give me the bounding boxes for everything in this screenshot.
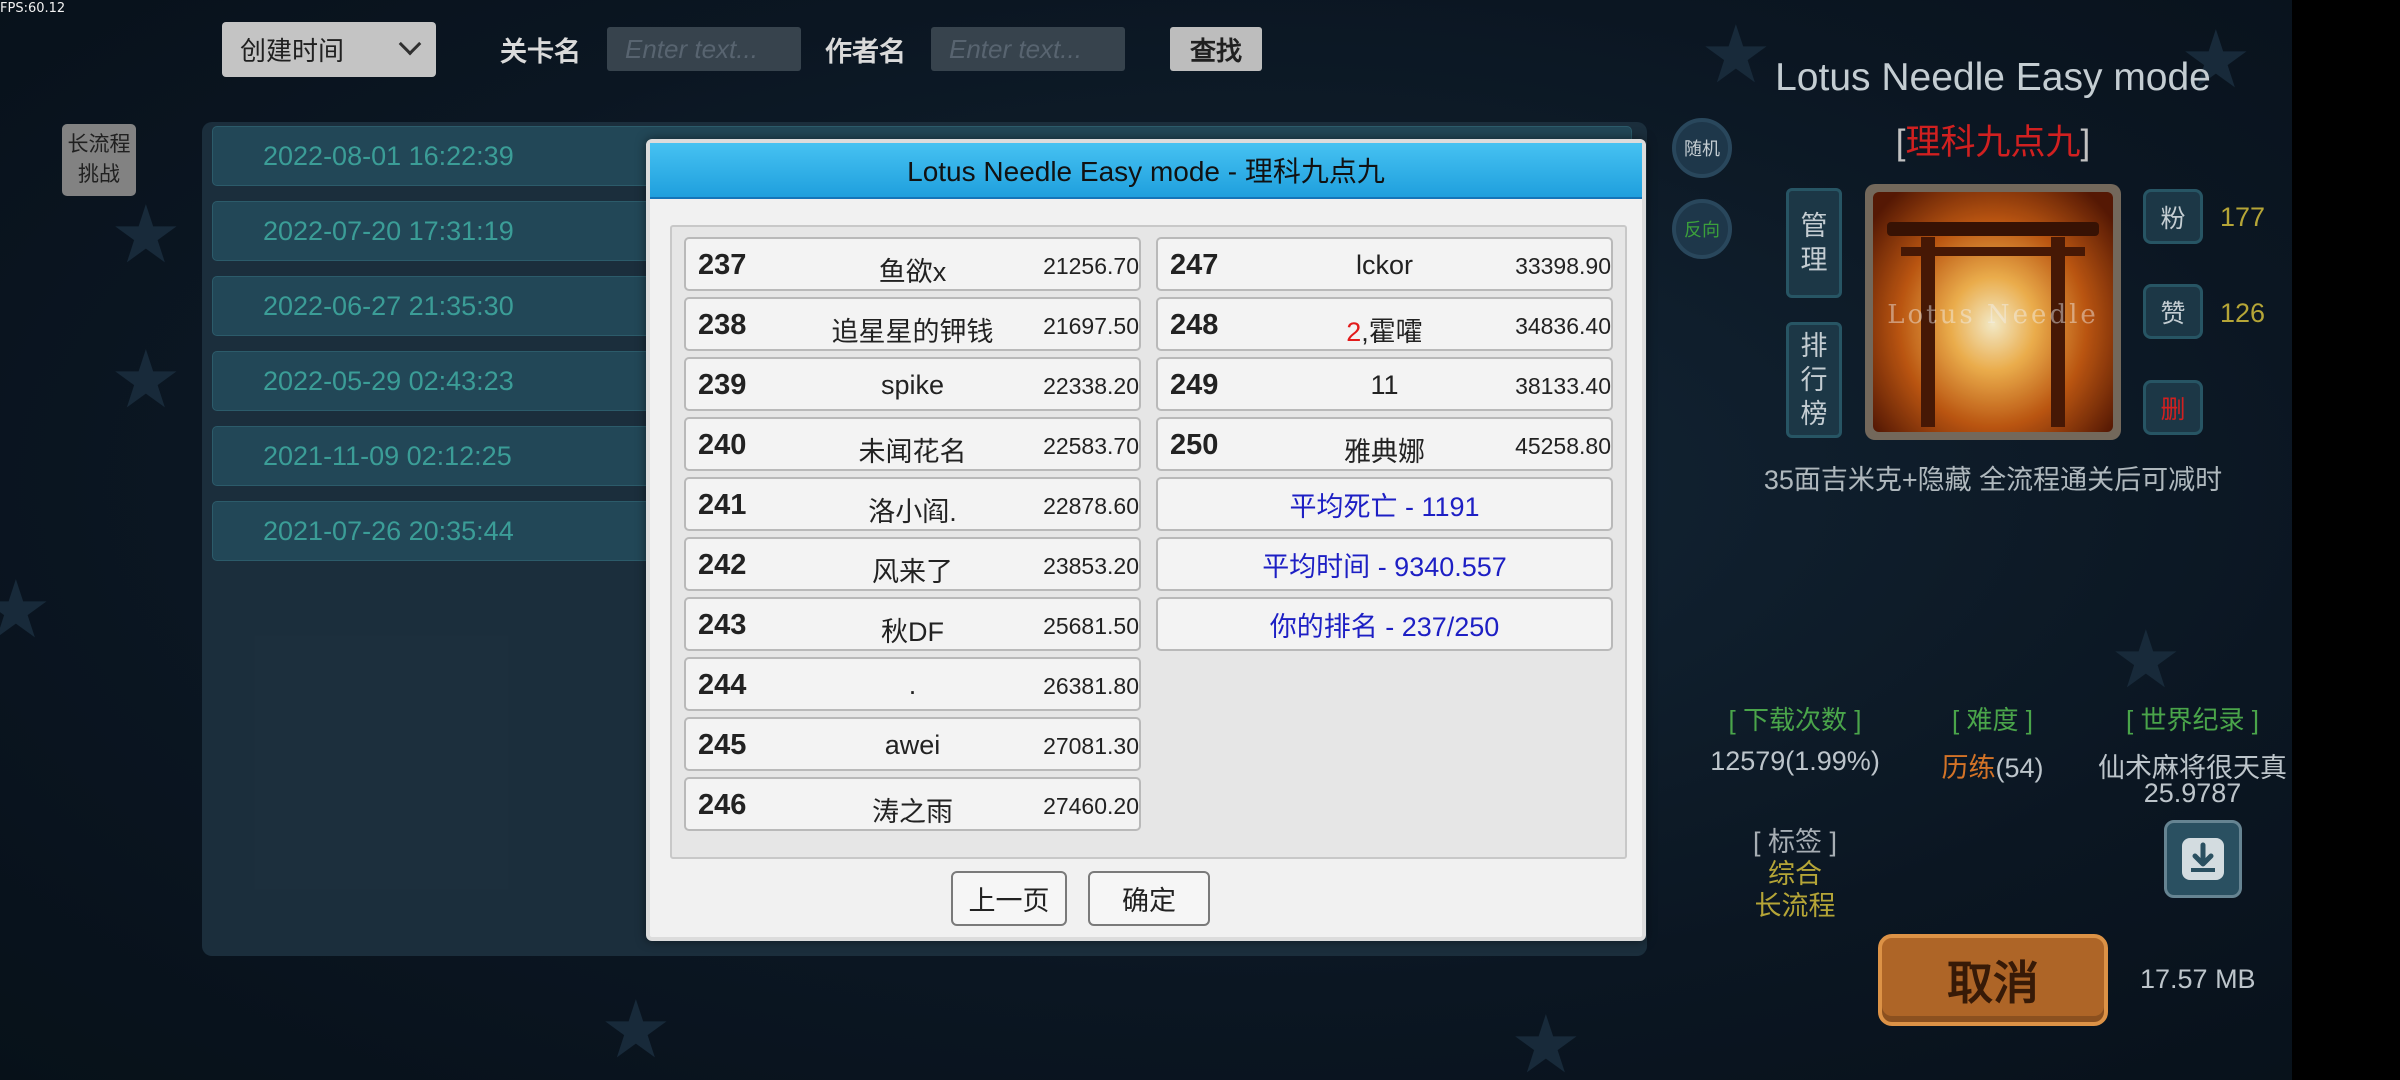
rank-number: 239 — [698, 369, 747, 401]
leaderboard-row: 248 2,霍嚯 34836.40 — [1156, 297, 1613, 351]
player-name: . — [908, 670, 917, 700]
previous-page-button[interactable]: 上一页 — [951, 871, 1067, 926]
screen-edge — [2292, 0, 2400, 1080]
rank-number: 248 — [1170, 309, 1219, 341]
rank-number: 238 — [698, 309, 747, 341]
player-name: 未闻花名 — [858, 437, 967, 467]
player-name: awei — [884, 730, 941, 760]
rank-number: 250 — [1170, 429, 1219, 461]
clear-time: 45258.80 — [1515, 433, 1611, 459]
clear-time: 21256.70 — [1043, 253, 1139, 279]
leaderboard-row: 240 未闻花名 22583.70 — [684, 417, 1141, 471]
clear-time: 38133.40 — [1515, 373, 1611, 399]
your-rank: 你的排名 - 237/250 — [1156, 597, 1613, 651]
player-name-highlight: 2 — [1346, 317, 1362, 347]
player-name: 秋DF — [881, 617, 944, 647]
leaderboard-body: 237 鱼欲x 21256.70 238 追星星的钾钱 21697.50 239 spike 2… — [670, 225, 1627, 859]
leaderboard-dialog: Lotus Needle Easy mode - 理科九点九 237 鱼欲x 212… — [646, 139, 1646, 941]
clear-time: 26381.80 — [1043, 673, 1139, 699]
player-name: 11 — [1370, 370, 1399, 400]
rank-number: 241 — [698, 489, 747, 521]
player-name: 风来了 — [872, 557, 953, 587]
leaderboard-row: 244. 26381.80 — [684, 657, 1141, 711]
clear-time: 22878.60 — [1043, 493, 1139, 519]
rank-number: 244 — [698, 669, 747, 701]
clear-time: 22583.70 — [1043, 433, 1139, 459]
leaderboard-row: 247 lckor 33398.90 — [1156, 237, 1613, 291]
dialog-title: Lotus Needle Easy mode - 理科九点九 — [650, 143, 1642, 199]
leaderboard-row: 241 洛小阎. 22878.60 — [684, 477, 1141, 531]
leaderboard-row: 249 11 38133.40 — [1156, 357, 1613, 411]
confirm-button[interactable]: 确定 — [1088, 871, 1210, 926]
average-time: 平均时间 - 9340.557 — [1156, 537, 1613, 591]
rank-number: 243 — [698, 609, 747, 641]
average-deaths: 平均死亡 - 1191 — [1156, 477, 1613, 531]
clear-time: 33398.90 — [1515, 253, 1611, 279]
leaderboard-row: 243 秋DF 25681.50 — [684, 597, 1141, 651]
clear-time: 34836.40 — [1515, 313, 1611, 339]
clear-time: 27081.30 — [1043, 733, 1139, 759]
leaderboard-row: 250 雅典娜 45258.80 — [1156, 417, 1613, 471]
leaderboard-row: 245 awei 27081.30 — [684, 717, 1141, 771]
clear-time: 21697.50 — [1043, 313, 1139, 339]
player-name: 追星星的钾钱 — [831, 317, 994, 347]
leaderboard-row: 238 追星星的钾钱 21697.50 — [684, 297, 1141, 351]
rank-number: 249 — [1170, 369, 1219, 401]
clear-time: 23853.20 — [1043, 553, 1139, 579]
rank-number: 242 — [698, 549, 747, 581]
player-name: spike — [880, 370, 945, 400]
player-name: 鱼欲x — [878, 257, 947, 287]
rank-number: 247 — [1170, 249, 1219, 281]
rank-number: 245 — [698, 729, 747, 761]
rank-number: 246 — [698, 789, 747, 821]
rank-number: 240 — [698, 429, 747, 461]
clear-time: 27460.20 — [1043, 793, 1139, 819]
rank-number: 237 — [698, 249, 747, 281]
player-name: lckor — [1355, 250, 1413, 280]
player-name-rest: ,霍嚯 — [1361, 317, 1423, 347]
leaderboard-row: 239 spike 22338.20 — [684, 357, 1141, 411]
player-name: 雅典娜 — [1344, 437, 1425, 467]
player-name: 2,霍嚯 — [1248, 310, 1521, 349]
player-name: 洛小阎. — [868, 497, 957, 527]
leaderboard-row: 237 鱼欲x 21256.70 — [684, 237, 1141, 291]
leaderboard-row: 246 涛之雨 27460.20 — [684, 777, 1141, 831]
clear-time: 22338.20 — [1043, 373, 1139, 399]
leaderboard-row: 242 风来了 23853.20 — [684, 537, 1141, 591]
clear-time: 25681.50 — [1043, 613, 1139, 639]
player-name: 涛之雨 — [872, 797, 953, 827]
